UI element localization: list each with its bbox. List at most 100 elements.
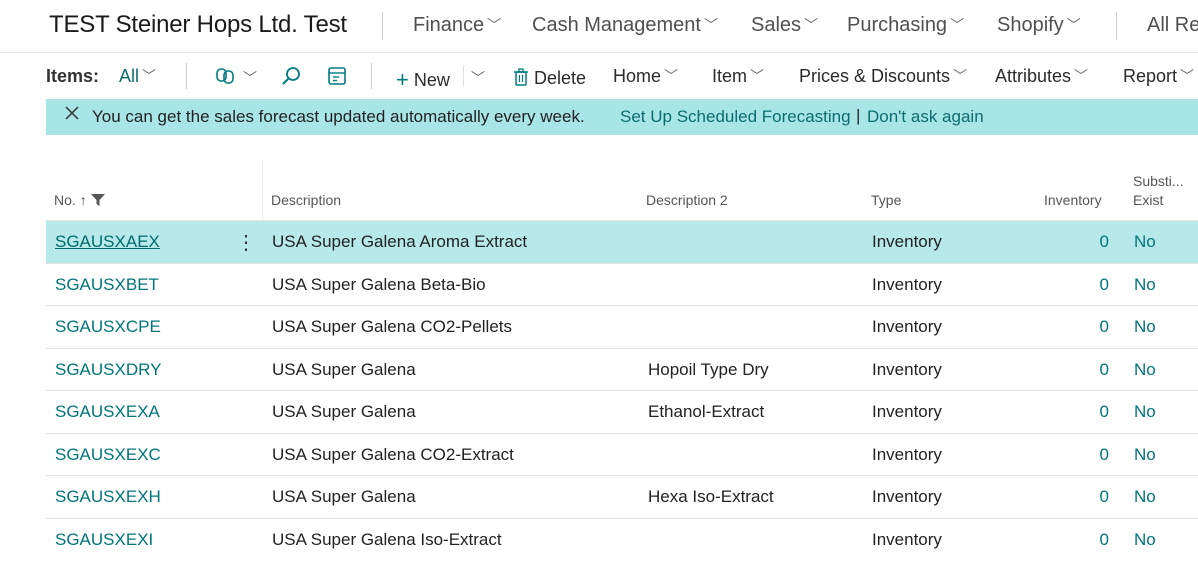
item-type: Inventory xyxy=(872,232,942,251)
dont-ask-again-link[interactable]: Don't ask again xyxy=(867,107,984,127)
item-description-2: Hopoil Type Dry xyxy=(648,360,769,379)
item-inventory[interactable]: 0 xyxy=(1066,487,1109,507)
table-header: No. ↑ Description Description 2 Type Inv… xyxy=(46,160,1198,220)
item-description: USA Super Galena Beta-Bio xyxy=(272,275,486,294)
nav-cash-management-label: Cash Management xyxy=(532,14,701,36)
divider xyxy=(382,12,383,40)
more-vertical-icon[interactable]: ⋮ xyxy=(236,230,256,255)
trash-icon xyxy=(513,68,529,91)
table-row[interactable]: SGAUSXAEX ⋮ USA Super Galena Aroma Extra… xyxy=(46,220,1198,263)
item-substitutes-exist[interactable]: No xyxy=(1134,232,1156,252)
item-substitutes-exist[interactable]: No xyxy=(1134,445,1156,465)
item-substitutes-exist[interactable]: No xyxy=(1134,275,1156,295)
column-header-no[interactable]: No. ↑ xyxy=(54,192,105,208)
item-inventory[interactable]: 0 xyxy=(1066,275,1109,295)
item-no-link[interactable]: SGAUSXAEX xyxy=(55,232,160,252)
item-description: USA Super Galena CO2-Extract xyxy=(272,445,514,464)
nav-purchasing-label: Purchasing xyxy=(847,14,948,36)
item-type: Inventory xyxy=(872,487,942,506)
notification-bar: You can get the sales forecast updated a… xyxy=(46,99,1198,135)
chevron-down-icon: ﹀ xyxy=(142,68,157,84)
edit-list-icon[interactable] xyxy=(324,63,350,89)
delete-button[interactable]: Delete xyxy=(513,66,586,89)
close-icon[interactable] xyxy=(64,105,80,126)
item-description: USA Super Galena xyxy=(272,487,416,506)
item-inventory[interactable]: 0 xyxy=(1066,530,1109,550)
table-row[interactable]: SGAUSXEXH USA Super Galena Hexa Iso-Extr… xyxy=(46,475,1198,518)
table-row[interactable]: SGAUSXBET USA Super Galena Beta-Bio Inve… xyxy=(46,263,1198,306)
nav-shopify[interactable]: Shopify ﹀ xyxy=(997,14,1081,37)
table-row[interactable]: SGAUSXEXI USA Super Galena Iso-Extract I… xyxy=(46,518,1198,561)
home-menu[interactable]: Home ﹀ xyxy=(613,66,678,87)
item-description: USA Super Galena xyxy=(272,360,416,379)
item-no-link[interactable]: SGAUSXEXC xyxy=(55,445,161,465)
divider xyxy=(371,63,372,89)
table-row[interactable]: SGAUSXEXC USA Super Galena CO2-Extract I… xyxy=(46,433,1198,476)
nav-purchasing[interactable]: Purchasing ﹀ xyxy=(847,14,964,37)
nav-sales[interactable]: Sales ﹀ xyxy=(751,14,818,37)
item-menu[interactable]: Item ﹀ xyxy=(712,66,764,87)
item-no-link[interactable]: SGAUSXCPE xyxy=(55,317,161,337)
search-icon[interactable] xyxy=(278,63,304,89)
table-row[interactable]: SGAUSXDRY USA Super Galena Hopoil Type D… xyxy=(46,348,1198,391)
nav-sales-label: Sales xyxy=(751,14,802,36)
items-label: Items: xyxy=(46,66,100,86)
item-type: Inventory xyxy=(872,317,942,336)
item-inventory[interactable]: 0 xyxy=(1066,360,1109,380)
column-header-substitutes-exist-line2[interactable]: Exist xyxy=(1133,192,1163,208)
item-substitutes-exist[interactable]: No xyxy=(1134,530,1156,550)
plus-icon: + xyxy=(396,67,409,92)
chevron-down-icon: ﹀ xyxy=(664,68,679,84)
nav-all-reports[interactable]: All Re xyxy=(1147,14,1198,37)
column-header-no-label: No. xyxy=(54,192,76,208)
filter-icon xyxy=(90,193,105,209)
copilot-icon[interactable] xyxy=(212,63,238,89)
item-description: USA Super Galena Aroma Extract xyxy=(272,232,528,251)
chevron-down-icon: ﹀ xyxy=(487,17,502,33)
nav-cash-management[interactable]: Cash Management ﹀ xyxy=(532,14,718,37)
setup-scheduled-forecasting-link[interactable]: Set Up Scheduled Forecasting xyxy=(620,107,851,127)
prices-discounts-label: Prices & Discounts xyxy=(799,66,951,86)
column-header-type[interactable]: Type xyxy=(871,192,901,208)
chevron-down-icon: ﹀ xyxy=(804,17,819,33)
report-menu[interactable]: Report ﹀ xyxy=(1123,66,1194,87)
item-substitutes-exist[interactable]: No xyxy=(1134,360,1156,380)
nav-finance-label: Finance xyxy=(413,14,485,36)
column-header-inventory[interactable]: Inventory xyxy=(1044,192,1102,208)
item-no-link[interactable]: SGAUSXEXA xyxy=(55,402,160,422)
view-filter-dropdown[interactable]: All ﹀ xyxy=(119,66,156,87)
item-menu-label: Item xyxy=(712,66,748,86)
new-button[interactable]: + New xyxy=(396,66,450,92)
divider xyxy=(186,63,187,89)
item-inventory[interactable]: 0 xyxy=(1066,232,1109,252)
column-header-substitutes-exist-line1[interactable]: Substi... xyxy=(1133,173,1184,189)
company-name[interactable]: TEST Steiner Hops Ltd. Test xyxy=(49,11,347,39)
column-header-description[interactable]: Description xyxy=(271,192,341,208)
action-bar: Items: All ﹀ ﹀ + New ﹀ Delete Home ﹀ Item ﹀… xyxy=(0,53,1198,99)
table-row[interactable]: SGAUSXCPE USA Super Galena CO2-Pellets I… xyxy=(46,305,1198,348)
item-inventory[interactable]: 0 xyxy=(1066,445,1109,465)
item-no-link[interactable]: SGAUSXEXH xyxy=(55,487,161,507)
item-no-link[interactable]: SGAUSXBET xyxy=(55,275,159,295)
chevron-down-icon[interactable]: ﹀ xyxy=(471,68,485,88)
item-substitutes-exist[interactable]: No xyxy=(1134,402,1156,422)
attributes-menu[interactable]: Attributes ﹀ xyxy=(995,66,1088,87)
nav-finance[interactable]: Finance ﹀ xyxy=(413,14,501,37)
item-description-2: Hexa Iso-Extract xyxy=(648,487,774,506)
item-description: USA Super Galena CO2-Pellets xyxy=(272,317,513,336)
item-no-link[interactable]: SGAUSXDRY xyxy=(55,360,161,380)
item-substitutes-exist[interactable]: No xyxy=(1134,487,1156,507)
report-label: Report xyxy=(1123,66,1178,86)
item-type: Inventory xyxy=(872,402,942,421)
item-substitutes-exist[interactable]: No xyxy=(1134,317,1156,337)
item-inventory[interactable]: 0 xyxy=(1066,402,1109,422)
item-description: USA Super Galena Iso-Extract xyxy=(272,530,502,549)
chevron-down-icon: ﹀ xyxy=(1066,17,1081,33)
item-no-link[interactable]: SGAUSXEXI xyxy=(55,530,153,550)
chevron-down-icon[interactable]: ﹀ xyxy=(243,68,257,88)
nav-shopify-label: Shopify xyxy=(997,14,1064,36)
column-header-description-2[interactable]: Description 2 xyxy=(646,192,728,208)
item-inventory[interactable]: 0 xyxy=(1066,317,1109,337)
prices-discounts-menu[interactable]: Prices & Discounts ﹀ xyxy=(799,66,967,87)
table-row[interactable]: SGAUSXEXA USA Super Galena Ethanol-Extra… xyxy=(46,390,1198,433)
